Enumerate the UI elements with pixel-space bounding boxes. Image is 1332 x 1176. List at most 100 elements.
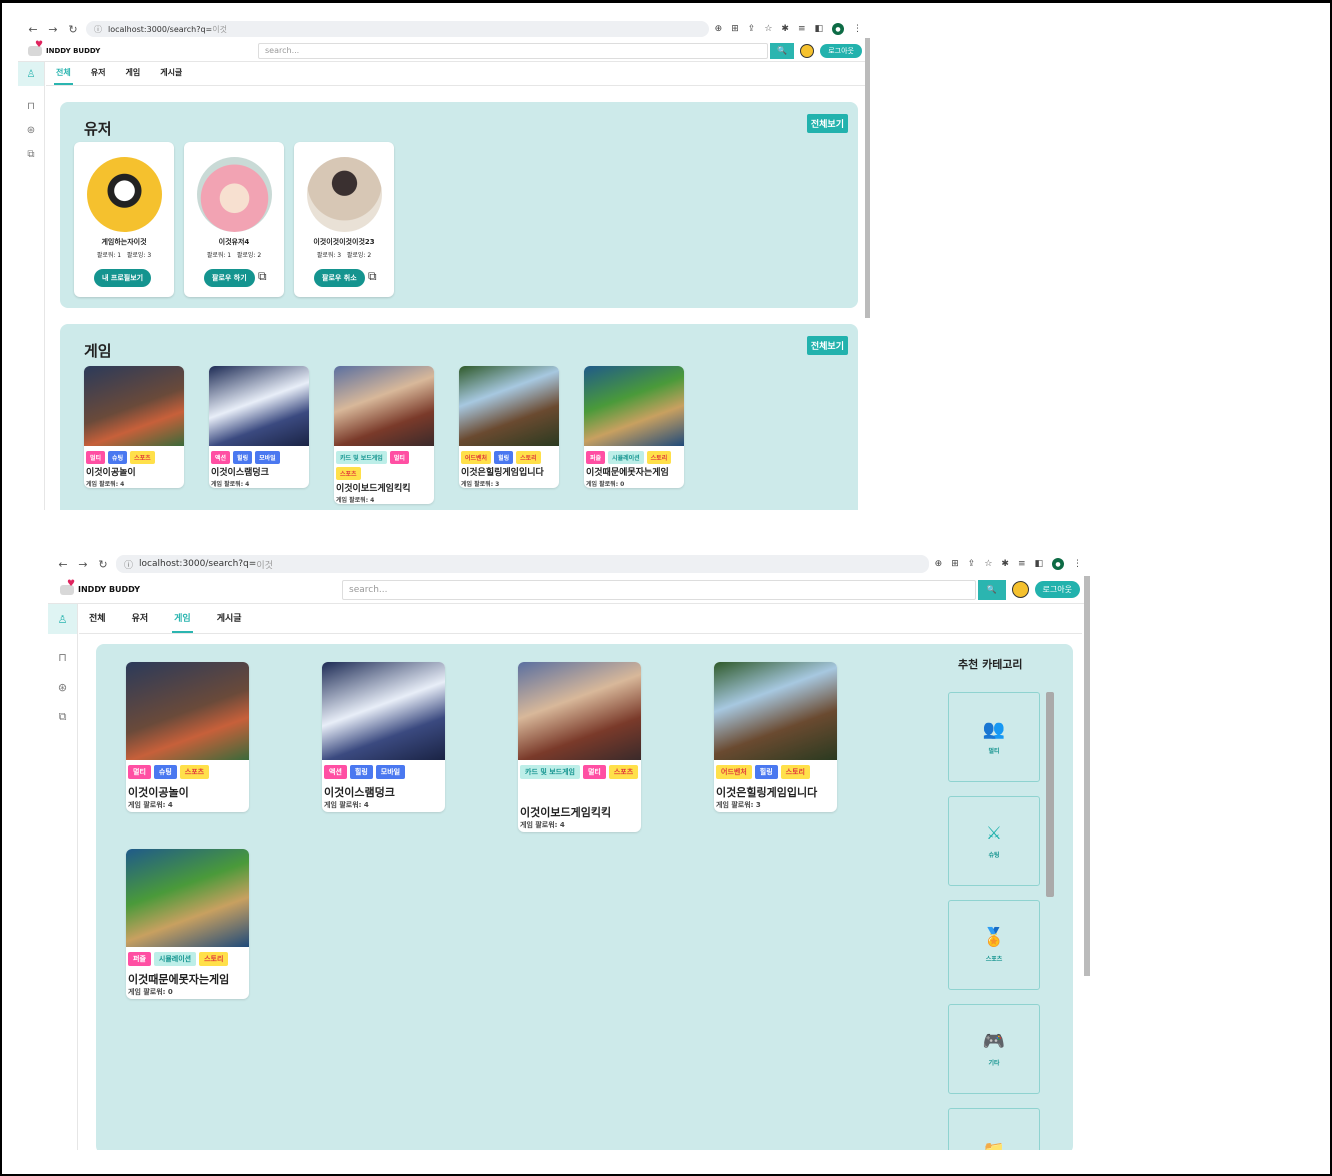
game-card[interactable]: 카드 및 보드게임 멀티 스포츠 이것이보드게임킥킥 게임 팔로워: 4 bbox=[518, 662, 641, 832]
genre-tag[interactable]: 스포츠 bbox=[130, 451, 155, 464]
side-panel-icon[interactable]: ◧ bbox=[814, 24, 823, 34]
search-input[interactable]: search... bbox=[258, 42, 769, 59]
game-card[interactable]: 어드벤처 힐링 스토리 이것은힐링게임입니다 게임 팔로워: 3 bbox=[459, 366, 559, 488]
category-scrollbar[interactable] bbox=[1046, 692, 1054, 897]
user-avatar[interactable] bbox=[800, 43, 815, 58]
profile-icon[interactable]: ● bbox=[1052, 558, 1064, 570]
genre-tag[interactable]: 힐링 bbox=[349, 765, 373, 779]
chat-icon[interactable]: ⧉ bbox=[18, 142, 44, 166]
back-icon[interactable]: ← bbox=[26, 23, 40, 36]
address-bar[interactable]: ⓘ localhost:3000/search?q= 이것 bbox=[86, 21, 709, 37]
follow-button[interactable]: 팔로우 하기 bbox=[204, 269, 255, 287]
games-view-all-button[interactable]: 전체보기 bbox=[806, 336, 848, 355]
tab-users[interactable]: 유저 bbox=[130, 604, 151, 633]
install-icon[interactable]: ⊕ bbox=[935, 559, 943, 569]
logout-button[interactable]: 로그아웃 bbox=[1034, 581, 1080, 598]
genre-tag[interactable]: 스토리 bbox=[646, 451, 672, 464]
gamepad-icon[interactable]: ⊛ bbox=[18, 118, 44, 142]
genre-tag[interactable]: 슈팅 bbox=[108, 451, 128, 464]
bookmark-icon[interactable]: ⊓ bbox=[18, 94, 44, 118]
side-panel-icon[interactable]: ◧ bbox=[1034, 559, 1043, 569]
genre-tag[interactable]: 액션 bbox=[211, 451, 231, 464]
genre-tag[interactable]: 카드 및 보드게임 bbox=[520, 765, 580, 779]
search-button[interactable]: 🔍 bbox=[977, 579, 1006, 600]
brand-logo[interactable]: ♥ INDDY BUDDY bbox=[60, 579, 342, 595]
tab-posts[interactable]: 게시글 bbox=[215, 604, 244, 633]
genre-tag[interactable]: 힐링 bbox=[754, 765, 778, 779]
genre-tag[interactable]: 스토리 bbox=[516, 451, 541, 464]
person-icon[interactable]: ♙ bbox=[48, 604, 77, 634]
genre-tag[interactable]: 시뮬레이션 bbox=[608, 451, 644, 464]
genre-tag[interactable]: 멀티 bbox=[582, 765, 606, 779]
genre-tag[interactable]: 멀티 bbox=[128, 765, 151, 779]
genre-tag[interactable]: 멀티 bbox=[389, 451, 409, 464]
game-card[interactable]: 퍼즐 시뮬레이션 스토리 이것때문에못자는게임 게임 팔로워: 0 bbox=[126, 849, 249, 999]
tab-users[interactable]: 유저 bbox=[89, 62, 108, 85]
address-bar[interactable]: ⓘ localhost:3000/search?q= 이것 bbox=[116, 555, 929, 573]
genre-tag[interactable]: 모바일 bbox=[375, 765, 406, 779]
back-icon[interactable]: ← bbox=[56, 558, 70, 571]
star-icon[interactable]: ☆ bbox=[984, 559, 992, 569]
chat-icon[interactable]: ⧉ bbox=[258, 269, 267, 284]
genre-tag[interactable]: 스포츠 bbox=[179, 765, 210, 779]
translate-icon[interactable]: ⊞ bbox=[951, 559, 959, 569]
menu-icon[interactable]: ⋮ bbox=[1073, 559, 1082, 569]
category-card[interactable]: 🎮 기타 bbox=[948, 1004, 1040, 1094]
genre-tag[interactable]: 스포츠 bbox=[336, 467, 361, 480]
game-card[interactable]: 멀티 슈팅 스포츠 이것이공놀이 게임 팔로워: 4 bbox=[84, 366, 184, 488]
category-card[interactable]: ⚔ 슈팅 bbox=[948, 796, 1040, 886]
extensions-icon[interactable]: ✱ bbox=[1001, 559, 1009, 569]
page-scrollbar[interactable] bbox=[1084, 576, 1090, 976]
tab-posts[interactable]: 게시글 bbox=[158, 62, 184, 85]
category-card[interactable]: 🏅 스포츠 bbox=[948, 900, 1040, 990]
chat-icon[interactable]: ⧉ bbox=[368, 269, 377, 284]
forward-icon[interactable]: → bbox=[76, 558, 90, 571]
install-icon[interactable]: ⊕ bbox=[715, 24, 723, 34]
reading-list-icon[interactable]: ≡ bbox=[798, 24, 806, 34]
genre-tag[interactable]: 스포츠 bbox=[608, 765, 639, 779]
users-view-all-button[interactable]: 전체보기 bbox=[806, 114, 848, 133]
unfollow-button[interactable]: 팔로우 취소 bbox=[314, 269, 365, 287]
genre-tag[interactable]: 슈팅 bbox=[153, 765, 177, 779]
gamepad-icon[interactable]: ⊛ bbox=[48, 672, 77, 702]
genre-tag[interactable]: 시뮬레이션 bbox=[153, 952, 197, 966]
star-icon[interactable]: ☆ bbox=[764, 24, 772, 34]
genre-tag[interactable]: 퍼즐 bbox=[128, 952, 151, 966]
extensions-icon[interactable]: ✱ bbox=[781, 24, 789, 34]
genre-tag[interactable]: 스토리 bbox=[780, 765, 810, 779]
user-avatar[interactable] bbox=[1011, 581, 1029, 598]
person-icon[interactable]: ♙ bbox=[18, 62, 44, 86]
genre-tag[interactable]: 어드벤처 bbox=[716, 765, 752, 779]
genre-tag[interactable]: 멀티 bbox=[86, 451, 106, 464]
game-card[interactable]: 카드 및 보드게임 멀티 스포츠 이것이보드게임킥킥 게임 팔로워: 4 bbox=[334, 366, 434, 504]
genre-tag[interactable]: 카드 및 보드게임 bbox=[336, 451, 387, 464]
genre-tag[interactable]: 퍼즐 bbox=[586, 451, 606, 464]
page-scrollbar[interactable] bbox=[865, 38, 870, 318]
bookmark-icon[interactable]: ⊓ bbox=[48, 642, 77, 672]
game-card[interactable]: 액션 힐링 모바일 이것이스램덩크 게임 팔로워: 4 bbox=[322, 662, 445, 812]
reload-icon[interactable]: ↻ bbox=[66, 23, 80, 36]
share-icon[interactable]: ⇪ bbox=[968, 559, 976, 569]
profile-icon[interactable]: ● bbox=[832, 23, 844, 35]
share-icon[interactable]: ⇪ bbox=[748, 24, 756, 34]
brand-logo[interactable]: ♥ INDDY BUDDY bbox=[28, 40, 258, 56]
reload-icon[interactable]: ↻ bbox=[96, 558, 110, 571]
game-card[interactable]: 어드벤처 힐링 스토리 이것은힐링게임입니다 게임 팔로워: 3 bbox=[714, 662, 837, 812]
forward-icon[interactable]: → bbox=[46, 23, 60, 36]
user-card[interactable]: 게임하는자이것 팔로워: 1 팔로잉: 3 내 프로필보기 bbox=[74, 142, 174, 297]
genre-tag[interactable]: 모바일 bbox=[255, 451, 280, 464]
translate-icon[interactable]: ⊞ bbox=[731, 24, 739, 34]
menu-icon[interactable]: ⋮ bbox=[853, 24, 862, 34]
game-card[interactable]: 퍼즐 시뮬레이션 스토리 이것때문에못자는게임 게임 팔로워: 0 bbox=[584, 366, 684, 488]
genre-tag[interactable]: 스토리 bbox=[199, 952, 229, 966]
category-card[interactable]: 👥 멀티 bbox=[948, 692, 1040, 782]
search-input[interactable]: search... bbox=[342, 579, 976, 600]
user-card[interactable]: 이것유저4 팔로워: 1 팔로잉: 2 팔로우 하기 ⧉ bbox=[184, 142, 284, 297]
genre-tag[interactable]: 액션 bbox=[324, 765, 347, 779]
view-profile-button[interactable]: 내 프로필보기 bbox=[94, 269, 152, 287]
search-button[interactable]: 🔍 bbox=[770, 42, 795, 59]
tab-all[interactable]: 전체 bbox=[87, 604, 108, 633]
genre-tag[interactable]: 어드벤처 bbox=[461, 451, 492, 464]
tab-games[interactable]: 게임 bbox=[123, 62, 142, 85]
tab-games[interactable]: 게임 bbox=[172, 604, 193, 633]
